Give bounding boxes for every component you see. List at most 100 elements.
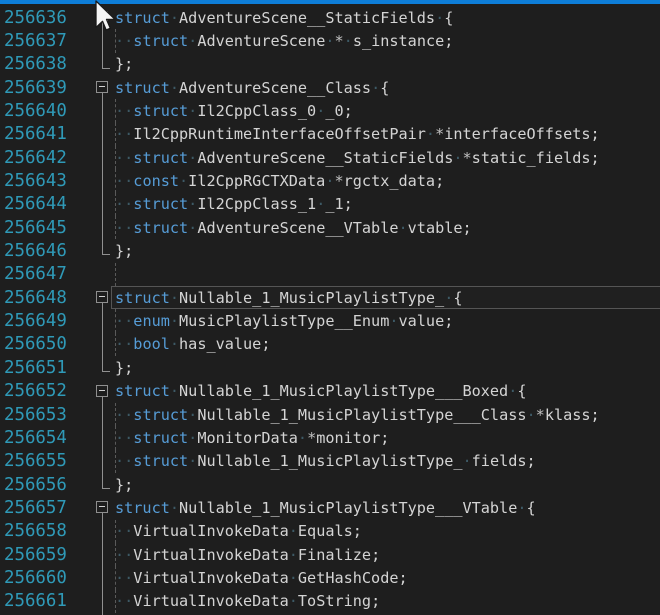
code-line[interactable]: 256661 ··VirtualInvokeData·ToString;: [0, 590, 660, 613]
code-line[interactable]: 256653 ··struct·Nullable_1_MusicPlaylistT…: [0, 403, 660, 426]
code-line[interactable]: 256657struct·Nullable_1_MusicPlaylistTyp…: [0, 496, 660, 519]
fold-column[interactable]: [88, 99, 115, 122]
fold-column[interactable]: [88, 380, 115, 403]
fold-column[interactable]: [88, 53, 115, 76]
code-line[interactable]: 256641··Il2CppRuntimeInterfaceOffsetPair…: [0, 123, 660, 146]
code-line[interactable]: 256644 ··struct·Il2CppClass_1·_1;: [0, 193, 660, 216]
line-number[interactable]: 256649: [0, 309, 88, 332]
fold-column[interactable]: [88, 566, 115, 589]
fold-column[interactable]: [88, 216, 115, 239]
code-text[interactable]: ··VirtualInvokeData·GetHashCode;: [115, 566, 660, 589]
line-number[interactable]: 256639: [0, 76, 88, 99]
line-number[interactable]: 256651: [0, 356, 88, 379]
fold-column[interactable]: [88, 239, 115, 262]
code-text[interactable]: ··struct·AdventureScene·*·s_instance;: [115, 29, 660, 52]
line-number[interactable]: 256654: [0, 426, 88, 449]
fold-collapse-icon[interactable]: [96, 81, 108, 93]
line-number[interactable]: 256642: [0, 146, 88, 169]
fold-column[interactable]: [88, 426, 115, 449]
code-text[interactable]: };: [115, 53, 660, 76]
code-line[interactable]: 256646};: [0, 239, 660, 262]
line-number[interactable]: 256656: [0, 473, 88, 496]
line-number[interactable]: 256648: [0, 286, 88, 309]
code-line[interactable]: 256645··struct·AdventureScene__VTable·vt…: [0, 216, 660, 239]
code-line[interactable]: 256650··bool·has_value;: [0, 333, 660, 356]
code-line[interactable]: 256642 ··struct·AdventureScene__StaticFie…: [0, 146, 660, 169]
fold-column[interactable]: [88, 76, 115, 99]
code-line[interactable]: 256654 ··struct·MonitorData·*monitor;: [0, 426, 660, 449]
line-number[interactable]: 256657: [0, 496, 88, 519]
code-text[interactable]: ··struct·Il2CppClass_0·_0;: [115, 99, 660, 122]
code-text[interactable]: ··enum·MusicPlaylistType__Enum·value;: [115, 309, 660, 332]
line-number[interactable]: 256661: [0, 590, 88, 613]
code-line[interactable]: 256639 struct·AdventureScene__Class·{: [0, 76, 660, 99]
code-line[interactable]: 256638};: [0, 53, 660, 76]
code-line[interactable]: 256648 struct·Nullable_1_MusicPlaylistTyp…: [0, 286, 660, 309]
code-text[interactable]: struct·AdventureScene__Class·{: [115, 76, 660, 99]
line-number[interactable]: 256658: [0, 520, 88, 543]
code-line[interactable]: 256637 ··struct·AdventureScene·*·s_instan…: [0, 29, 660, 52]
line-number[interactable]: 256646: [0, 239, 88, 262]
line-number[interactable]: 256644: [0, 193, 88, 216]
fold-column[interactable]: [88, 590, 115, 613]
code-text[interactable]: ··struct·Nullable_1_MusicPlaylistType___…: [115, 403, 660, 426]
fold-column[interactable]: [88, 309, 115, 332]
fold-column[interactable]: [88, 496, 115, 519]
code-text[interactable]: ··const·Il2CppRGCTXData·*rgctx_data;: [115, 169, 660, 192]
code-text[interactable]: ··struct·AdventureScene__StaticFields·*s…: [115, 146, 660, 169]
fold-collapse-icon[interactable]: [96, 501, 108, 513]
fold-column[interactable]: [88, 193, 115, 216]
code-line[interactable]: 256649 ··enum·MusicPlaylistType__Enum·val…: [0, 309, 660, 332]
fold-collapse-icon[interactable]: [96, 385, 108, 397]
line-number[interactable]: 256640: [0, 99, 88, 122]
code-line[interactable]: 256658··VirtualInvokeData·Equals;: [0, 520, 660, 543]
code-line[interactable]: 256647: [0, 263, 660, 286]
line-number[interactable]: 256638: [0, 53, 88, 76]
code-line[interactable]: 256660 ··VirtualInvokeData·GetHashCode;: [0, 566, 660, 589]
fold-column[interactable]: [88, 169, 115, 192]
code-text[interactable]: struct·Nullable_1_MusicPlaylistType_·{: [115, 286, 660, 309]
line-number[interactable]: 256652: [0, 380, 88, 403]
code-text[interactable]: [115, 263, 660, 286]
fold-column[interactable]: [88, 29, 115, 52]
code-text[interactable]: ··struct·MonitorData·*monitor;: [115, 426, 660, 449]
line-number[interactable]: 256659: [0, 543, 88, 566]
fold-column[interactable]: [88, 520, 115, 543]
code-text[interactable]: };: [115, 356, 660, 379]
fold-column[interactable]: [88, 473, 115, 496]
code-text[interactable]: struct·Nullable_1_MusicPlaylistType___Bo…: [115, 380, 660, 403]
code-line[interactable]: 256643··const·Il2CppRGCTXData·*rgctx_dat…: [0, 169, 660, 192]
code-text[interactable]: ··struct·Il2CppClass_1·_1;: [115, 193, 660, 216]
fold-collapse-icon[interactable]: [96, 291, 108, 303]
code-line[interactable]: 256659 ··VirtualInvokeData·Finalize;: [0, 543, 660, 566]
code-text[interactable]: ··struct·AdventureScene__VTable·vtable;: [115, 216, 660, 239]
line-number[interactable]: 256637: [0, 29, 88, 52]
code-text[interactable]: ··struct·Nullable_1_MusicPlaylistType_·f…: [115, 450, 660, 473]
fold-collapse-icon[interactable]: [96, 11, 108, 23]
code-text[interactable]: };: [115, 473, 660, 496]
fold-column[interactable]: [88, 543, 115, 566]
line-number[interactable]: 256647: [0, 263, 88, 286]
code-line[interactable]: 256651};: [0, 356, 660, 379]
code-line[interactable]: 256652 struct·Nullable_1_MusicPlaylistTyp…: [0, 380, 660, 403]
code-line[interactable]: 256655 ··struct·Nullable_1_MusicPlaylistT…: [0, 450, 660, 473]
line-number[interactable]: 256660: [0, 566, 88, 589]
fold-column[interactable]: [88, 356, 115, 379]
line-number[interactable]: 256653: [0, 403, 88, 426]
fold-column[interactable]: [88, 450, 115, 473]
code-text[interactable]: };: [115, 239, 660, 262]
code-editor[interactable]: 256636struct·AdventureScene__StaticField…: [0, 6, 660, 615]
code-line[interactable]: 256656};: [0, 473, 660, 496]
code-line[interactable]: 256636struct·AdventureScene__StaticField…: [0, 6, 660, 29]
fold-column[interactable]: [88, 6, 115, 29]
line-number[interactable]: 256655: [0, 450, 88, 473]
code-text[interactable]: ··bool·has_value;: [115, 333, 660, 356]
fold-column[interactable]: [88, 146, 115, 169]
code-text[interactable]: ··VirtualInvokeData·Finalize;: [115, 543, 660, 566]
line-number[interactable]: 256636: [0, 6, 88, 29]
fold-column[interactable]: [88, 286, 115, 309]
fold-column[interactable]: [88, 403, 115, 426]
fold-column[interactable]: [88, 123, 115, 146]
code-text[interactable]: ··VirtualInvokeData·ToString;: [115, 590, 660, 613]
code-line[interactable]: 256640 ··struct·Il2CppClass_0·_0;: [0, 99, 660, 122]
